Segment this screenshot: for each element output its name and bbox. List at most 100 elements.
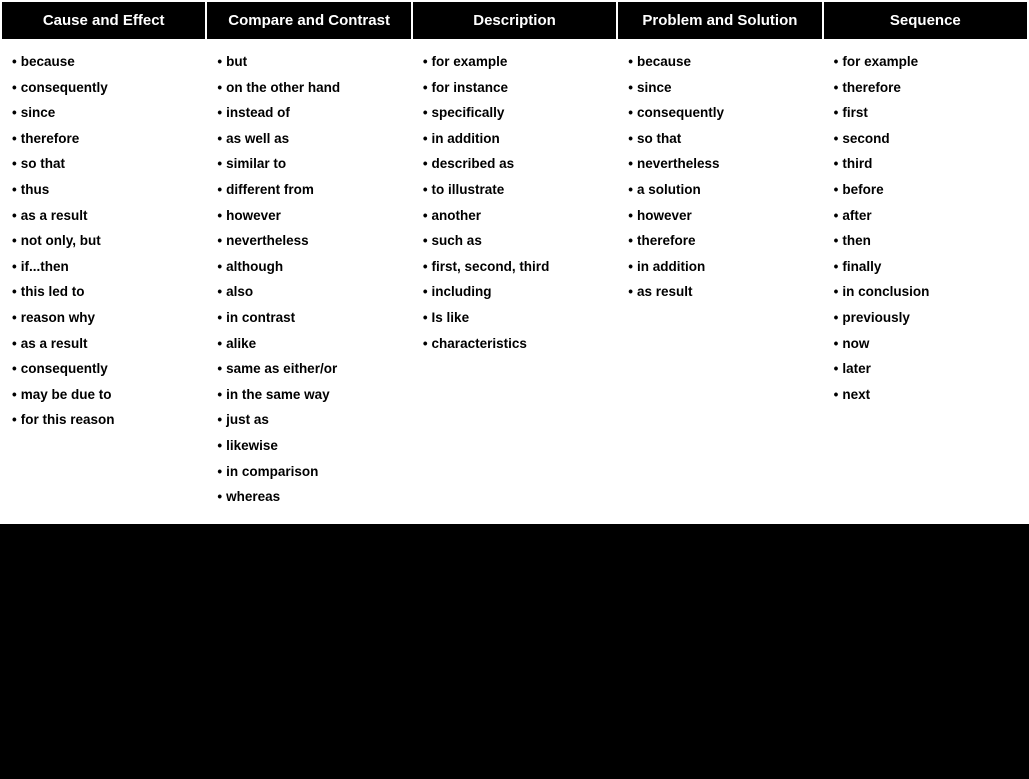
list-item: •characteristics: [423, 331, 610, 357]
bullet-icon: •: [834, 358, 839, 380]
bullet-icon: •: [12, 281, 17, 303]
bullet-icon: •: [834, 102, 839, 124]
bullet-icon: •: [12, 128, 17, 150]
bullet-icon: •: [834, 153, 839, 175]
item-text: therefore: [637, 230, 696, 252]
item-text: next: [842, 384, 870, 406]
bullet-icon: •: [12, 230, 17, 252]
bullet-icon: •: [217, 153, 222, 175]
list-item: •not only, but: [12, 228, 199, 254]
list-item: •similar to: [217, 151, 404, 177]
bullet-icon: •: [217, 409, 222, 431]
bullet-icon: •: [12, 256, 17, 278]
list-item: •alike: [217, 331, 404, 357]
list-item: •in addition: [628, 254, 815, 280]
list-item: •before: [834, 177, 1021, 203]
list-item: •so that: [12, 151, 199, 177]
item-text: second: [842, 128, 889, 150]
bullet-icon: •: [217, 205, 222, 227]
list-item: •in comparison: [217, 459, 404, 485]
bullet-icon: •: [628, 128, 633, 150]
list-item: •specifically: [423, 100, 610, 126]
bullet-icon: •: [628, 281, 633, 303]
item-text: similar to: [226, 153, 286, 175]
list-item: •as a result: [12, 203, 199, 229]
item-text: so that: [21, 153, 65, 175]
item-text: in addition: [432, 128, 500, 150]
item-text: not only, but: [21, 230, 101, 252]
bullet-icon: •: [834, 281, 839, 303]
bullet-icon: •: [217, 384, 222, 406]
bullet-icon: •: [628, 205, 633, 227]
bullet-icon: •: [423, 281, 428, 303]
bullet-icon: •: [423, 179, 428, 201]
list-item: •then: [834, 228, 1021, 254]
item-text: in addition: [637, 256, 705, 278]
bullet-icon: •: [217, 435, 222, 457]
item-text: although: [226, 256, 283, 278]
list-item: •third: [834, 151, 1021, 177]
header-sequence: Sequence: [824, 2, 1027, 41]
list-item: •Is like: [423, 305, 610, 331]
item-text: third: [842, 153, 872, 175]
item-text: as a result: [21, 333, 88, 355]
item-text: later: [842, 358, 871, 380]
list-item: •instead of: [217, 100, 404, 126]
bullet-icon: •: [834, 230, 839, 252]
bullet-icon: •: [217, 333, 222, 355]
bullet-icon: •: [834, 128, 839, 150]
bullet-icon: •: [217, 358, 222, 380]
bullet-icon: •: [834, 333, 839, 355]
item-text: on the other hand: [226, 77, 340, 99]
list-item: •but: [217, 49, 404, 75]
list-item: •thus: [12, 177, 199, 203]
list-item: •later: [834, 356, 1021, 382]
list-item: •however: [628, 203, 815, 229]
bullet-icon: •: [834, 205, 839, 227]
list-item: •including: [423, 279, 610, 305]
item-text: same as either/or: [226, 358, 337, 380]
item-text: this led to: [21, 281, 85, 303]
item-text: a solution: [637, 179, 701, 201]
bullet-icon: •: [423, 77, 428, 99]
bullet-icon: •: [217, 77, 222, 99]
bullet-icon: •: [423, 333, 428, 355]
list-item: •therefore: [628, 228, 815, 254]
item-text: as a result: [21, 205, 88, 227]
list-item: •another: [423, 203, 610, 229]
list-item: •such as: [423, 228, 610, 254]
item-text: nevertheless: [637, 153, 720, 175]
list-item: •same as either/or: [217, 356, 404, 382]
item-text: since: [637, 77, 672, 99]
list-item: •if...then: [12, 254, 199, 280]
item-text: different from: [226, 179, 314, 201]
item-text: for example: [842, 51, 918, 73]
list-item: •although: [217, 254, 404, 280]
item-text: first: [842, 102, 868, 124]
body-sequence: •for example•therefore•first•second•thir…: [824, 41, 1027, 522]
item-text: consequently: [637, 102, 724, 124]
item-text: characteristics: [432, 333, 527, 355]
bullet-icon: •: [217, 281, 222, 303]
list-item: •next: [834, 382, 1021, 408]
item-text: also: [226, 281, 253, 303]
item-text: so that: [637, 128, 681, 150]
list-item: •in contrast: [217, 305, 404, 331]
item-text: another: [432, 205, 482, 227]
bullet-icon: •: [834, 179, 839, 201]
list-item: •whereas: [217, 484, 404, 510]
item-text: since: [21, 102, 56, 124]
list-item: •so that: [628, 126, 815, 152]
list-item: •for example: [834, 49, 1021, 75]
item-text: alike: [226, 333, 256, 355]
item-text: likewise: [226, 435, 278, 457]
list-item: •therefore: [834, 75, 1021, 101]
item-text: first, second, third: [432, 256, 550, 278]
bullet-icon: •: [12, 205, 17, 227]
bullet-icon: •: [217, 307, 222, 329]
bullet-icon: •: [834, 51, 839, 73]
header-compare-contrast: Compare and Contrast: [207, 2, 410, 41]
list-item: •in the same way: [217, 382, 404, 408]
bullet-icon: •: [628, 77, 633, 99]
list-item: •as well as: [217, 126, 404, 152]
